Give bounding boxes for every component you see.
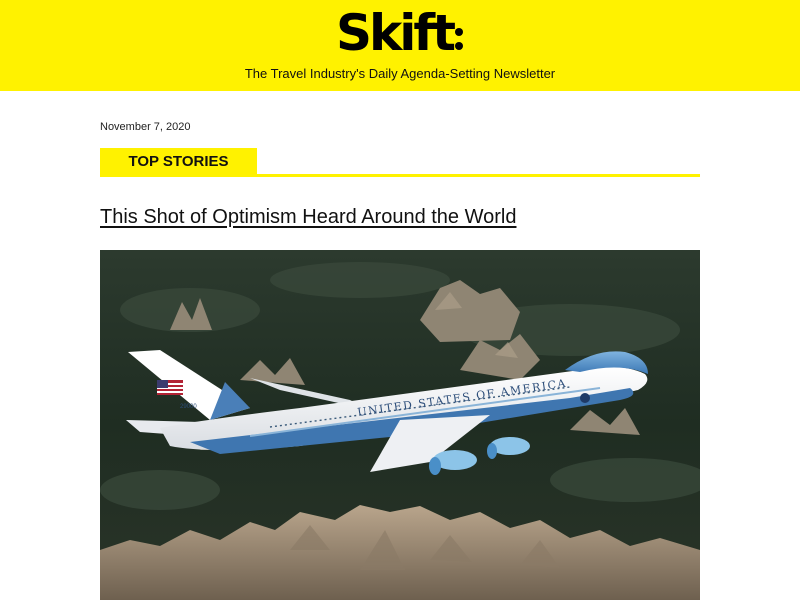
- header-tagline: The Travel Industry's Daily Agenda-Setti…: [244, 66, 556, 81]
- newsletter-date: November 7, 2020: [100, 121, 191, 133]
- logo-wordmark: Skift: [336, 4, 456, 62]
- story-headline-link[interactable]: This Shot of Optimism Heard Around the W…: [100, 206, 516, 229]
- newsletter-header: Skift The Travel Industry's Daily Agenda…: [0, 0, 800, 91]
- skift-logo[interactable]: Skift: [336, 4, 465, 62]
- air-force-one-photo: UNITED STATES OF AMERICA 29000: [100, 250, 700, 600]
- section-header: TOP STORIES: [100, 148, 700, 177]
- story-hero-image[interactable]: UNITED STATES OF AMERICA 29000: [100, 250, 700, 600]
- section-label: TOP STORIES: [100, 148, 257, 175]
- tail-number: 29000: [180, 404, 197, 410]
- logo-colon-icon: [455, 20, 465, 50]
